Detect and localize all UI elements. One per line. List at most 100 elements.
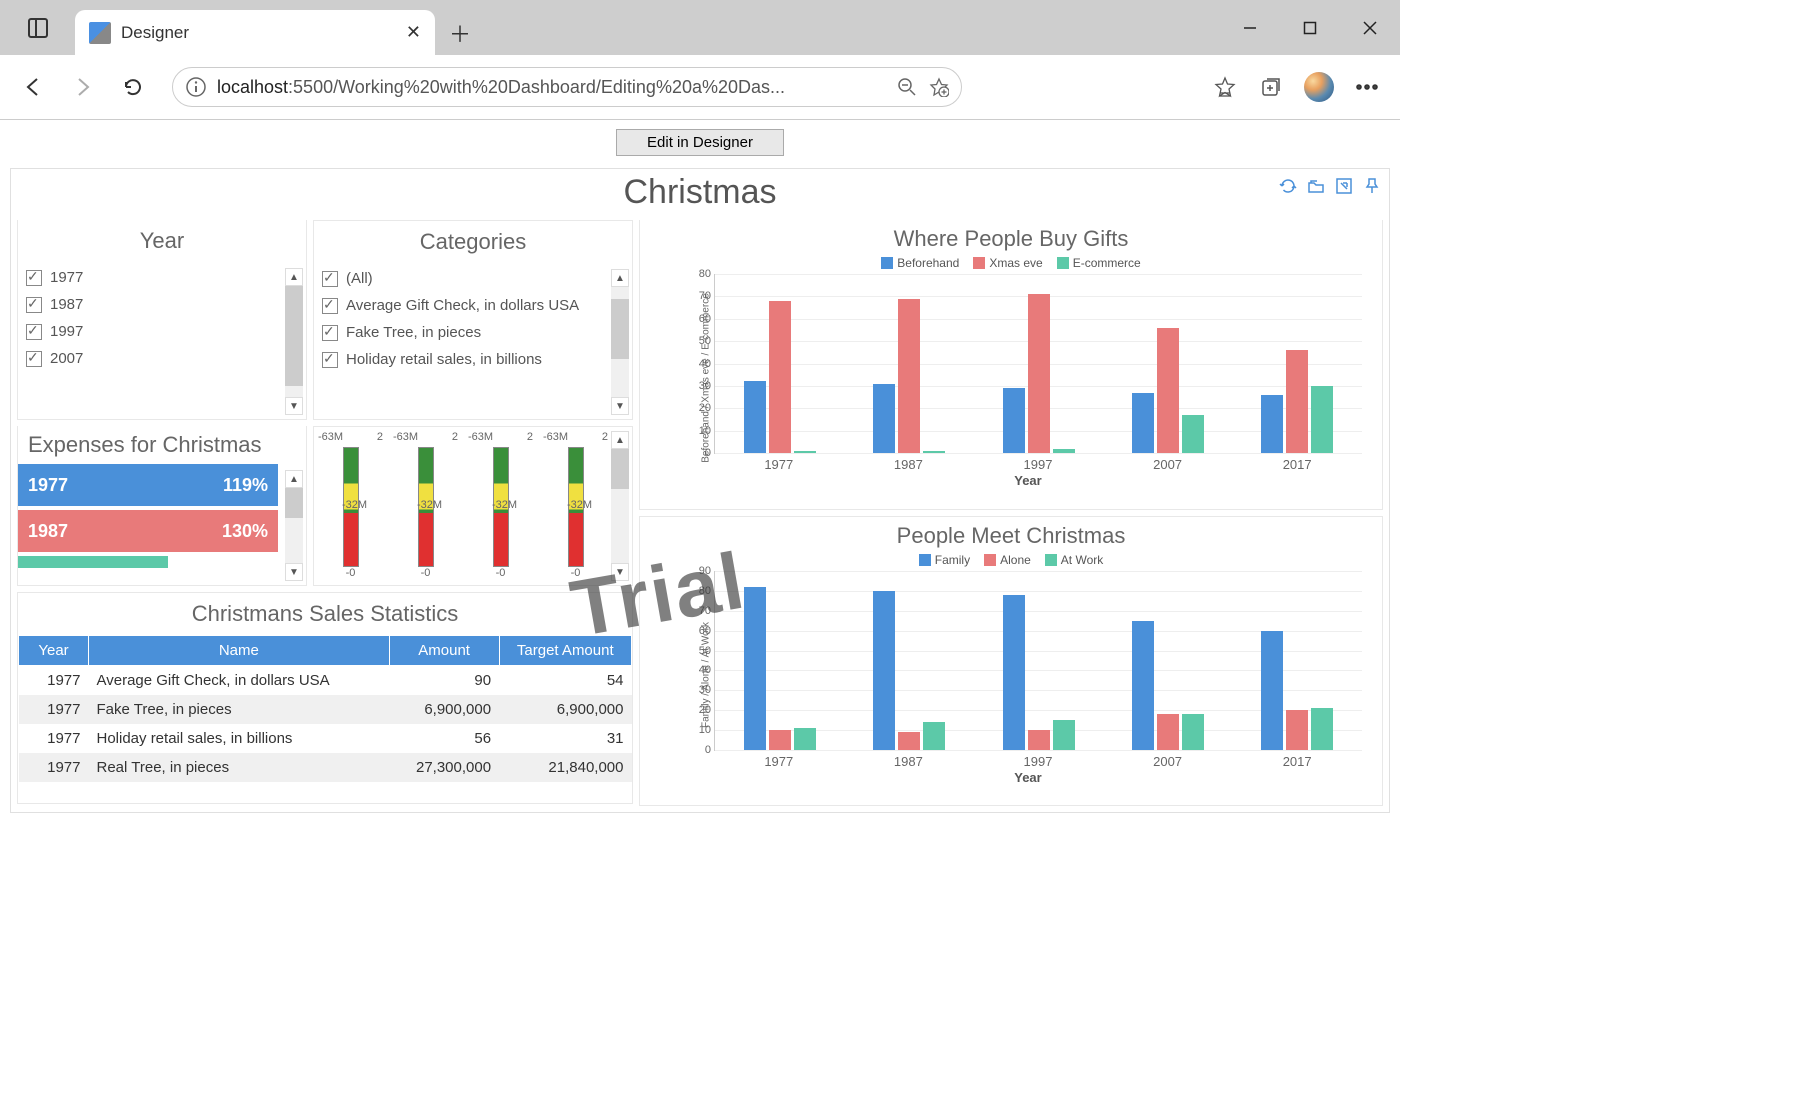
scroll-up-icon[interactable]: ▲	[285, 470, 303, 488]
bar-group[interactable]	[715, 274, 844, 453]
bar[interactable]	[1132, 393, 1154, 453]
scroll-up-icon[interactable]: ▲	[285, 268, 303, 286]
scroll-down-icon[interactable]: ▼	[611, 563, 629, 581]
panel-toggle-icon[interactable]	[28, 18, 48, 38]
bar[interactable]	[769, 730, 791, 750]
scroll-thumb[interactable]	[611, 449, 629, 489]
window-minimize-button[interactable]	[1220, 0, 1280, 55]
window-close-button[interactable]	[1340, 0, 1400, 55]
gauge[interactable]: -63M2-32M-0	[547, 431, 604, 581]
bar-group[interactable]	[715, 571, 844, 750]
table-row[interactable]: 1977Real Tree, in pieces27,300,00021,840…	[19, 753, 632, 782]
bar[interactable]	[1028, 294, 1050, 453]
checkbox-icon[interactable]	[322, 352, 338, 368]
favorites-icon[interactable]	[1204, 66, 1246, 108]
bar-group[interactable]	[1103, 571, 1232, 750]
bar[interactable]	[923, 722, 945, 750]
bar[interactable]	[898, 299, 920, 453]
checkbox-icon[interactable]	[322, 298, 338, 314]
scroll-down-icon[interactable]: ▼	[285, 397, 303, 415]
checkbox-icon[interactable]	[26, 324, 42, 340]
gauge[interactable]: -63M2-32M-0	[322, 431, 379, 581]
scroll-thumb[interactable]	[285, 286, 303, 386]
bar[interactable]	[1261, 631, 1283, 750]
scrollbar[interactable]: ▲▼	[611, 269, 629, 415]
checkbox-icon[interactable]	[322, 271, 338, 287]
gauge[interactable]: -63M2-32M-0	[397, 431, 454, 581]
filter-item[interactable]: Average Gift Check, in dollars USA	[322, 292, 624, 319]
table-row[interactable]: 1977Average Gift Check, in dollars USA90…	[19, 666, 632, 696]
scrollbar[interactable]: ▲▼	[611, 431, 629, 581]
checkbox-icon[interactable]	[26, 351, 42, 367]
filter-item[interactable]: Holiday retail sales, in billions	[322, 346, 624, 373]
bar[interactable]	[794, 728, 816, 750]
table-header[interactable]: Name	[89, 636, 390, 666]
bar[interactable]	[1182, 415, 1204, 453]
menu-icon[interactable]	[1346, 66, 1388, 108]
filter-item[interactable]: 1987	[26, 291, 298, 318]
url-bar[interactable]: localhost:5500/Working%20with%20Dashboar…	[172, 67, 962, 107]
bar[interactable]	[1003, 388, 1025, 453]
filter-item[interactable]: (All)	[322, 265, 624, 292]
bar[interactable]	[769, 301, 791, 453]
table-header[interactable]: Amount	[389, 636, 499, 666]
bar[interactable]	[1028, 730, 1050, 750]
legend-item[interactable]: Xmas eve	[973, 256, 1042, 270]
bar-group[interactable]	[974, 274, 1103, 453]
nav-refresh-button[interactable]	[112, 66, 154, 108]
bar[interactable]	[1157, 714, 1179, 750]
browser-tab[interactable]: Designer ✕	[75, 10, 435, 55]
bar[interactable]	[1286, 350, 1308, 453]
bar[interactable]	[1157, 328, 1179, 453]
window-maximize-button[interactable]	[1280, 0, 1340, 55]
edit-in-designer-button[interactable]: Edit in Designer	[616, 129, 784, 156]
filter-item[interactable]: 1977	[26, 264, 298, 291]
expenses-bar[interactable]: 1987130%	[18, 510, 278, 552]
bar-group[interactable]	[1103, 274, 1232, 453]
bar[interactable]	[873, 384, 895, 453]
bar[interactable]	[1132, 621, 1154, 750]
site-info-icon[interactable]	[185, 76, 207, 98]
bar[interactable]	[1182, 714, 1204, 750]
checkbox-icon[interactable]	[26, 297, 42, 313]
refresh-icon[interactable]	[1277, 175, 1299, 197]
fullscreen-icon[interactable]	[1333, 175, 1355, 197]
bar[interactable]	[1261, 395, 1283, 453]
bar-group[interactable]	[1233, 274, 1362, 453]
table-header[interactable]: Target Amount	[499, 636, 631, 666]
filter-item[interactable]: 2007	[26, 345, 298, 372]
scroll-up-icon[interactable]: ▲	[611, 269, 629, 287]
bar[interactable]	[1286, 710, 1308, 750]
bar-group[interactable]	[844, 571, 973, 750]
scrollbar[interactable]: ▲▼	[285, 268, 303, 415]
table-row[interactable]: 1977Holiday retail sales, in billions563…	[19, 724, 632, 753]
collections-icon[interactable]	[1250, 66, 1292, 108]
table-header[interactable]: Year	[19, 636, 89, 666]
checkbox-icon[interactable]	[322, 325, 338, 341]
bar[interactable]	[1053, 449, 1075, 453]
profile-avatar[interactable]	[1304, 72, 1334, 102]
bar[interactable]	[1003, 595, 1025, 750]
checkbox-icon[interactable]	[26, 270, 42, 286]
legend-item[interactable]: Alone	[984, 553, 1031, 567]
scroll-down-icon[interactable]: ▼	[611, 397, 629, 415]
bar[interactable]	[744, 587, 766, 750]
scroll-thumb[interactable]	[285, 488, 303, 518]
gauge[interactable]: -63M2-32M-0	[472, 431, 529, 581]
new-tab-button[interactable]: ＋	[435, 10, 485, 55]
scroll-up-icon[interactable]: ▲	[611, 431, 629, 449]
bar[interactable]	[923, 451, 945, 453]
bar[interactable]	[873, 591, 895, 750]
bar[interactable]	[1311, 386, 1333, 453]
scrollbar[interactable]: ▲▼	[285, 470, 303, 581]
legend-item[interactable]: Beforehand	[881, 256, 959, 270]
nav-back-button[interactable]	[12, 66, 54, 108]
bar[interactable]	[898, 732, 920, 750]
bar[interactable]	[1311, 708, 1333, 750]
bar-group[interactable]	[974, 571, 1103, 750]
pin-icon[interactable]	[1361, 175, 1383, 197]
zoom-out-icon[interactable]	[897, 77, 917, 97]
bar-group[interactable]	[1233, 571, 1362, 750]
bar[interactable]	[744, 381, 766, 453]
bar[interactable]	[794, 451, 816, 453]
